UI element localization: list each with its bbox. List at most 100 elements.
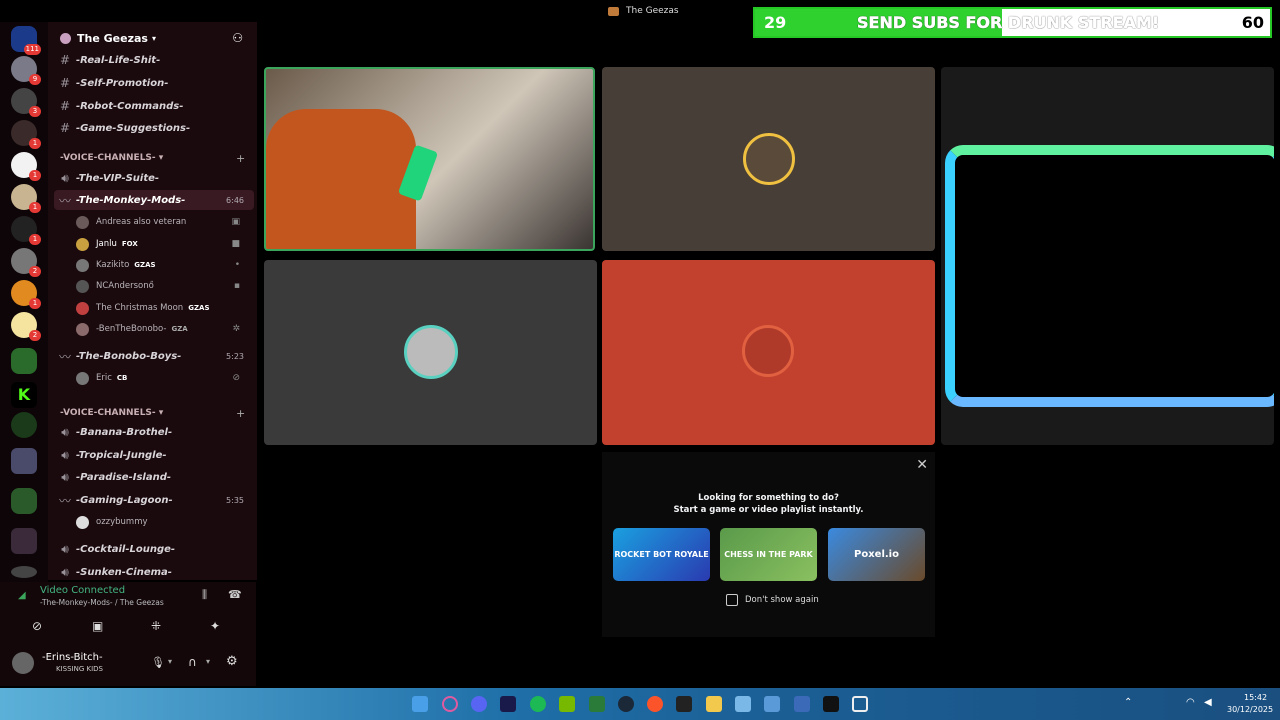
server-folder[interactable] [11, 528, 37, 554]
game-card-chess[interactable]: CHESS IN THE PARK [720, 528, 817, 581]
add-channel-icon[interactable]: + [236, 407, 245, 420]
server-icon[interactable]: 2 [11, 312, 41, 341]
channel-robot-commands[interactable]: # -Robot-Commands- [54, 96, 254, 116]
discord-active-icon[interactable] [589, 696, 605, 712]
folder-icon[interactable] [706, 696, 722, 712]
voice-tropical-jungle[interactable]: 🔊︎ -Tropical-Jungle- [54, 445, 254, 465]
voice-user[interactable]: Eric CB ⊘ [76, 368, 248, 388]
dm-button[interactable]: 111 [11, 26, 41, 55]
channel-self-promotion[interactable]: # -Self-Promotion- [54, 73, 254, 93]
dont-show-checkbox[interactable] [726, 594, 738, 606]
category-voice-channels[interactable]: -VOICE-CHANNELS- ▾ [60, 153, 163, 163]
epic-games-icon[interactable] [676, 696, 692, 712]
screen-share-button[interactable]: ▣ [92, 619, 103, 633]
category-voice-channels-2[interactable]: -VOICE-CHANNELS- ▾ [60, 408, 163, 418]
store-icon[interactable] [764, 696, 780, 712]
voice-user[interactable]: ozzybummy [76, 512, 248, 532]
spotify-icon[interactable] [530, 696, 546, 712]
add-channel-icon[interactable]: + [236, 152, 245, 165]
avatar [76, 258, 89, 272]
capcut-icon[interactable] [823, 696, 839, 712]
discord-icon[interactable] [471, 696, 487, 712]
add-member-icon[interactable]: ⚇ [232, 31, 243, 45]
voice-status-sub[interactable]: -The-Monkey-Mods- / The Geezas [40, 598, 164, 607]
user-tile[interactable] [941, 67, 1274, 445]
voice-user[interactable]: Kazikito GZAS • [76, 255, 248, 275]
voice-user[interactable]: Andreas also veteran ▣ [76, 212, 248, 232]
voice-user[interactable]: Janlu FOX ■ [76, 234, 248, 254]
server-icon[interactable] [11, 448, 37, 474]
start-button[interactable] [412, 696, 428, 712]
neon-frame-overlay [945, 145, 1274, 407]
brave-icon[interactable] [647, 696, 663, 712]
user-tile[interactable] [602, 260, 935, 445]
signal-icon: ◢ [18, 590, 26, 601]
window-icon[interactable] [852, 696, 868, 712]
clock-time[interactable]: 15:42 [1244, 693, 1267, 702]
gear-icon[interactable]: ⚙ [226, 654, 238, 669]
game-card-rocket-bot[interactable]: ROCKET BOT ROYALE [613, 528, 710, 581]
voice-status-title[interactable]: Video Connected [40, 585, 125, 596]
nvidia-icon[interactable] [559, 696, 575, 712]
disconnect-icon[interactable]: ☎ [228, 588, 242, 601]
voice-banana-brothel[interactable]: 🔊︎ -Banana-Brothel- [54, 422, 254, 442]
voice-vip-suite[interactable]: 🔊︎ -The-VIP-Suite- [54, 168, 254, 188]
activities-button[interactable]: ⁜ [151, 619, 161, 633]
app-icon[interactable] [794, 696, 810, 712]
voice-bonobo-boys[interactable]: 〰 -The-Bonobo-Boys- 5:23 [54, 346, 254, 366]
clock-date[interactable]: 30/12/2025 [1227, 705, 1273, 714]
server-icon[interactable]: 1 [11, 280, 41, 309]
premiere-icon[interactable] [500, 696, 516, 712]
voice-user[interactable]: -BenTheBonobo- GZA ✲ [76, 319, 248, 339]
voice-user[interactable]: The Christmas Moon GZAS [76, 298, 248, 318]
self-username[interactable]: -Erins-Bitch- [42, 652, 103, 663]
speaker-icon: 🔊︎ [61, 469, 69, 484]
channel-real-life[interactable]: # -Real-Life-Shit- [54, 50, 254, 70]
close-icon[interactable]: ✕ [916, 457, 928, 473]
user-tile[interactable] [602, 67, 935, 251]
tray-chevron-icon[interactable]: ⌃ [1124, 697, 1132, 708]
server-icon[interactable]: 1 [11, 152, 41, 181]
server-logo-icon [60, 32, 71, 44]
server-icon[interactable]: 1 [11, 184, 41, 213]
voice-monkey-mods[interactable]: 〰 -The-Monkey-Mods- 6:46 [54, 190, 254, 210]
badge: 1 [29, 298, 41, 309]
avatar[interactable] [12, 652, 34, 674]
voice-sunken-cinema[interactable]: 🔊︎ -Sunken-Cinema- [54, 562, 254, 582]
camera-off-button[interactable]: ⊘ [32, 619, 42, 633]
voice-paradise-island[interactable]: 🔊︎ -Paradise-Island- [54, 467, 254, 487]
user-tile[interactable] [264, 260, 597, 445]
voice-gaming-lagoon[interactable]: 〰 -Gaming-Lagoon- 5:35 [54, 490, 254, 510]
volume-icon[interactable]: ◀ [1204, 697, 1212, 708]
chevron-down-icon[interactable]: ▾ [168, 657, 172, 666]
steam-icon[interactable] [618, 696, 634, 712]
wifi-icon[interactable]: ◠ [1186, 697, 1195, 708]
server-icon-active[interactable] [11, 348, 37, 374]
server-icon[interactable] [11, 566, 37, 578]
server-icon[interactable]: 9 [11, 56, 41, 85]
notepad-icon[interactable] [735, 696, 751, 712]
server-icon[interactable]: 1 [11, 120, 41, 149]
game-card-poxel[interactable]: Poxel.io [828, 528, 925, 581]
voice-cocktail-lounge[interactable]: 🔊︎ -Cocktail-Lounge- [54, 539, 254, 559]
video-tile-webcam[interactable] [264, 67, 595, 251]
badge: 2 [29, 330, 41, 341]
mic-icon[interactable]: 🎙︎ [151, 656, 165, 669]
avatar [76, 215, 89, 229]
soundboard-button[interactable]: ✦ [210, 619, 220, 633]
kick-icon[interactable]: K [11, 382, 37, 408]
channel-game-suggestions[interactable]: # -Game-Suggestions- [54, 118, 254, 138]
server-icon[interactable]: 1 [11, 216, 41, 245]
server-icon[interactable]: 3 [11, 88, 41, 117]
server-icon[interactable] [11, 412, 37, 438]
headphones-icon[interactable]: ∩ [188, 655, 197, 669]
search-icon[interactable] [442, 696, 458, 712]
noise-suppression-icon[interactable]: ⫼ [202, 588, 207, 602]
voice-user[interactable]: NCAndersonő ▪ [76, 276, 248, 296]
chevron-down-icon[interactable]: ▾ [206, 657, 210, 666]
dont-show-label[interactable]: Don't show again [745, 595, 819, 605]
server-icon[interactable] [11, 488, 37, 514]
hash-icon: # [59, 53, 71, 67]
server-icon[interactable]: 2 [11, 248, 41, 277]
subs-text: SEND SUBS FOR DRUNK STREAM! [857, 13, 1160, 33]
